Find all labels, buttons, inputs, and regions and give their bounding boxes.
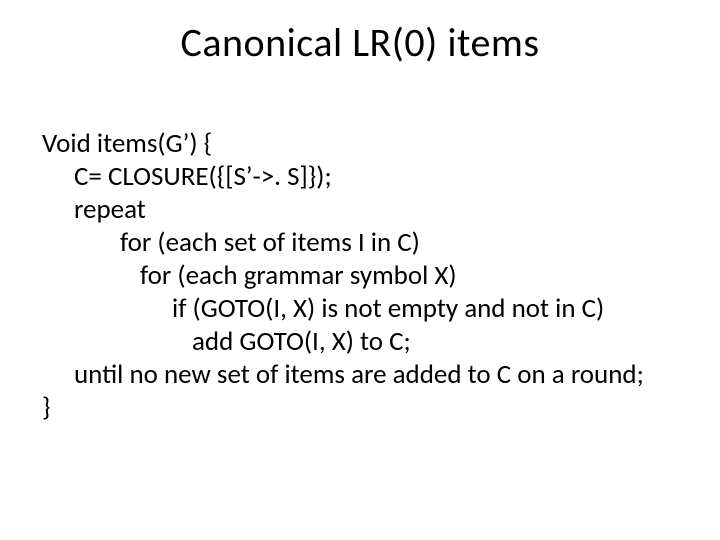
- slide-body: Void items(G’) { C= CLOSURE({[S’->. S]})…: [42, 128, 678, 424]
- code-line: until no new set of items are added to C…: [42, 359, 678, 392]
- code-line: if (GOTO(I, X) is not empty and not in C…: [42, 293, 678, 326]
- code-line: C= CLOSURE({[S’->. S]});: [42, 161, 678, 194]
- code-line: add GOTO(I, X) to C;: [42, 326, 678, 359]
- code-line: Void items(G’) {: [42, 128, 678, 161]
- slide: Canonical LR(0) items Void items(G’) { C…: [0, 0, 720, 540]
- code-line: for (each set of items I in C): [42, 227, 678, 260]
- code-line: repeat: [42, 194, 678, 227]
- code-line: for (each grammar symbol X): [42, 260, 678, 293]
- slide-title: Canonical LR(0) items: [0, 18, 720, 67]
- code-line: }: [42, 392, 678, 425]
